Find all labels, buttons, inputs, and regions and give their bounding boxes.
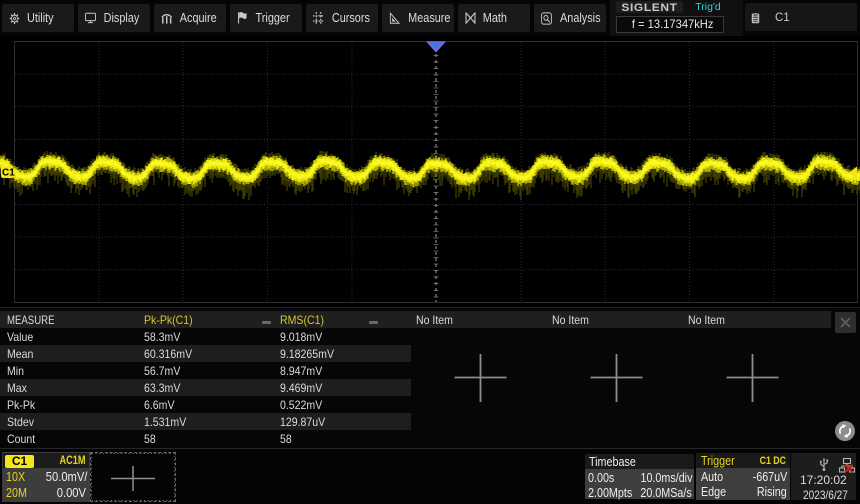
svg-text:C1: C1 bbox=[2, 168, 15, 179]
